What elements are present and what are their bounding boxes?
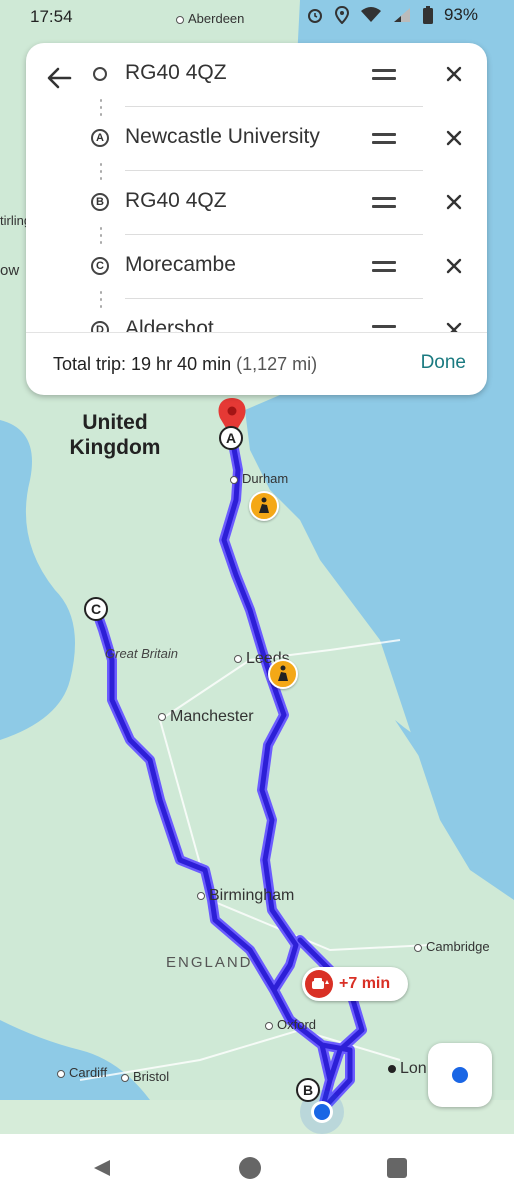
city-dot-icon xyxy=(121,1073,129,1082)
map-label-london[interactable]: Lon xyxy=(388,1060,427,1078)
drag-handle-icon[interactable] xyxy=(372,261,396,273)
city-dot-icon xyxy=(230,475,238,484)
stops-list: RG40 4QZ A Newcastle University B RG40 4… xyxy=(26,43,487,333)
stop-marker-c: C xyxy=(91,257,109,275)
traffic-delay-chip[interactable]: +7 min xyxy=(302,967,408,1001)
stop-row-a: A Newcastle University xyxy=(26,107,487,171)
map-label-region[interactable]: ENGLAND xyxy=(166,954,253,971)
map-label-oxford[interactable]: Oxford xyxy=(265,1017,316,1032)
drag-handle-icon[interactable] xyxy=(372,69,396,81)
map-label-aberdeen[interactable]: Aberdeen xyxy=(176,11,244,26)
stop-row-d: D Aldershot xyxy=(26,299,487,333)
battery-percent: 93% xyxy=(443,5,478,24)
route-marker-b[interactable]: B xyxy=(296,1078,320,1102)
nav-back-icon[interactable] xyxy=(92,1158,112,1178)
city-dot-icon xyxy=(234,654,242,663)
route-marker-c[interactable]: C xyxy=(84,597,108,621)
status-bar: 17:54 93% xyxy=(0,0,514,34)
car-traffic-icon xyxy=(305,970,333,998)
city-dot-icon xyxy=(57,1069,65,1078)
drag-handle-icon[interactable] xyxy=(372,133,396,145)
city-dot-icon xyxy=(197,891,205,900)
trip-duration: Total trip: 19 hr 40 min xyxy=(53,354,232,374)
close-icon[interactable] xyxy=(444,192,464,212)
stop-input-a[interactable]: Newcastle University xyxy=(125,125,320,149)
close-icon[interactable] xyxy=(444,64,464,84)
stop-row-origin: RG40 4QZ xyxy=(26,43,487,107)
city-dot-icon xyxy=(265,1021,273,1030)
stop-row-b: B RG40 4QZ xyxy=(26,171,487,235)
stop-input-d[interactable]: Aldershot xyxy=(125,317,214,333)
route-marker-a[interactable]: A xyxy=(219,426,243,450)
close-icon[interactable] xyxy=(444,256,464,276)
nav-recents-icon[interactable] xyxy=(387,1158,407,1178)
map-label-great-britain[interactable]: Great Britain xyxy=(105,646,178,661)
map-label-cardiff[interactable]: Cardiff xyxy=(57,1065,107,1080)
my-location-icon xyxy=(452,1067,468,1083)
status-icons: 93% xyxy=(306,5,478,25)
directions-card: RG40 4QZ A Newcastle University B RG40 4… xyxy=(26,43,487,395)
map-label-cambridge[interactable]: Cambridge xyxy=(414,939,490,954)
signal-icon xyxy=(393,8,410,22)
card-divider xyxy=(26,332,487,333)
status-time: 17:54 xyxy=(30,7,73,26)
alarm-icon xyxy=(307,9,322,23)
map-label-birmingham[interactable]: Birmingham xyxy=(197,887,294,905)
map-label-durham[interactable]: Durham xyxy=(230,471,288,486)
city-dot-icon xyxy=(388,1064,396,1073)
origin-circle-icon xyxy=(93,67,107,81)
map-label-bristol[interactable]: Bristol xyxy=(121,1069,169,1084)
map-label-country[interactable]: United Kingdom xyxy=(60,410,170,460)
system-nav-bar xyxy=(0,1134,514,1199)
city-dot-icon xyxy=(176,15,184,24)
city-dot-icon xyxy=(158,712,166,721)
city-dot-icon xyxy=(414,943,422,952)
trip-distance: (1,127 mi) xyxy=(236,354,318,374)
trip-summary: Total trip: 19 hr 40 min (1,127 mi) xyxy=(53,354,317,375)
my-location-button[interactable] xyxy=(428,1043,492,1107)
traffic-delay-text: +7 min xyxy=(339,975,391,992)
wifi-icon xyxy=(360,7,381,22)
location-icon xyxy=(334,6,349,24)
stop-row-c: C Morecambe xyxy=(26,235,487,299)
stop-marker-b: B xyxy=(91,193,109,211)
map-label-manchester[interactable]: Manchester xyxy=(158,708,254,726)
stop-input-b[interactable]: RG40 4QZ xyxy=(125,189,227,213)
roadworks-icon[interactable] xyxy=(249,491,279,521)
stop-input-origin[interactable]: RG40 4QZ xyxy=(125,61,227,85)
stop-marker-a: A xyxy=(91,129,109,147)
stop-input-c[interactable]: Morecambe xyxy=(125,253,236,277)
close-icon[interactable] xyxy=(444,128,464,148)
map-label-glasgow[interactable]: ow xyxy=(0,262,19,279)
done-button[interactable]: Done xyxy=(421,352,466,374)
battery-icon xyxy=(422,6,433,24)
drag-handle-icon[interactable] xyxy=(372,197,396,209)
roadworks-icon[interactable] xyxy=(268,659,298,689)
nav-home-icon[interactable] xyxy=(239,1157,261,1179)
